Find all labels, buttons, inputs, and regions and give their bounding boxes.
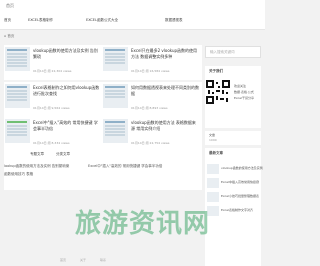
- recent-panel: 最新文章 vlookup函数的使用方法及实例 Excel中插入高效常用快捷键 E…: [205, 148, 263, 266]
- nav-item-excel-table[interactable]: EXCEL表格制作: [28, 18, 53, 23]
- article-meta: 01月14日 阅 8,334 views: [33, 141, 70, 145]
- article-card[interactable]: vlookup函数的使用方法及实例 告别繁琐 01月14日 阅 22,304 v…: [4, 45, 104, 80]
- recent-thumbnail[interactable]: [207, 164, 219, 174]
- recent-thumbnail[interactable]: [207, 178, 219, 188]
- article-meta: 01月14日 阅 22,304 views: [33, 69, 72, 73]
- breadcrumb-item[interactable]: 首页: [7, 34, 14, 38]
- article-title[interactable]: Excel只在最多2 vlookup函数的使用方法 数据调整实例多种: [131, 48, 199, 60]
- about-line: Excel干货分享: [234, 96, 254, 100]
- counter-label: 文章: [209, 133, 216, 137]
- breadcrumb: ⌂ 首页: [4, 34, 14, 39]
- tab-category[interactable]: 分类文章: [56, 152, 70, 157]
- article-card[interactable]: 如何用数据透视表来处理不同类别的数据 01月14日 阅 8,893 views: [102, 82, 202, 117]
- article-title[interactable]: vlookup函数的使用方法及实例 告别繁琐: [33, 48, 101, 60]
- article-meta: 01月14日 阅 22,754 views: [131, 141, 170, 145]
- article-thumbnail[interactable]: [5, 84, 30, 108]
- article-card[interactable]: Excel中"插入"高效的 常用快捷键 学会事半功倍 01月14日 阅 8,33…: [4, 117, 104, 152]
- recent-link[interactable]: Excel中插入高效常用快捷键: [221, 180, 259, 184]
- article-title[interactable]: Excel表格制作之如何用vlookup函数进行批次查找: [33, 85, 101, 97]
- article-card[interactable]: vlookup函数的使用方法 表格数据来源 常用实例介绍 01月14日 阅 22…: [102, 117, 202, 152]
- nav-item-pivot[interactable]: 数据透视表: [165, 18, 183, 23]
- tab-featured[interactable]: 专题文章: [30, 152, 44, 157]
- nav-item-excel-functions[interactable]: EXCEL函数公式大全: [86, 18, 118, 23]
- article-thumbnail[interactable]: [5, 47, 30, 71]
- recent-thumbnail[interactable]: [207, 192, 219, 202]
- article-meta: 01月14日 阅 9,564 views: [33, 106, 70, 110]
- article-thumbnail[interactable]: [5, 119, 30, 143]
- article-meta: 01月14日 阅 16,584 views: [131, 69, 170, 73]
- qr-code-image: [206, 80, 230, 104]
- article-meta: 01月14日 阅 8,893 views: [131, 106, 168, 110]
- site-logo[interactable]: 首页: [6, 3, 14, 9]
- article-card[interactable]: Excel只在最多2 vlookup函数的使用方法 数据调整实例多种 01月14…: [102, 45, 202, 80]
- main-nav: 首页 EXCEL表格制作 EXCEL函数公式大全 数据透视表: [0, 18, 265, 27]
- related-link[interactable]: 函数使用技巧 表格: [4, 172, 33, 177]
- article-card[interactable]: Excel表格制作之如何用vlookup函数进行批次查找 01月14日 阅 9,…: [4, 82, 104, 117]
- related-link[interactable]: Excel中"插入"高效的 常用快捷键 学会事半功倍: [88, 164, 162, 169]
- article-title[interactable]: vlookup函数的使用方法 表格数据来源 常用实例介绍: [131, 120, 199, 132]
- recent-link[interactable]: Excel小技巧批量整理数据表: [221, 194, 259, 198]
- counter-value: 1090: [209, 138, 217, 142]
- about-line: 欢迎关注: [234, 84, 247, 88]
- recent-link[interactable]: Excel表格制作文字对齐: [221, 208, 253, 212]
- recent-link[interactable]: vlookup函数的使用方法及实例: [221, 166, 263, 170]
- about-line: 数据·表格·公式: [234, 90, 254, 94]
- recent-title: 最新文章: [209, 151, 223, 155]
- footer-link[interactable]: 首页: [60, 258, 66, 262]
- tabs-panel: 专题文章 分类文章 lookup函数的使用方法及实例 告别繁琐案 Excel中"…: [4, 150, 202, 190]
- article-thumbnail[interactable]: [103, 47, 128, 71]
- related-link[interactable]: lookup函数的使用方法及实例 告别繁琐案: [4, 164, 69, 169]
- top-navbar: 首页 首页 EXCEL表格制作 EXCEL函数公式大全 数据透视表: [0, 0, 265, 30]
- footer-link[interactable]: 关于: [80, 258, 86, 262]
- about-title: 关于我们: [209, 69, 223, 73]
- stats-panel: 文章 1090: [205, 131, 261, 145]
- site-watermark: 旅游资讯网: [75, 209, 211, 239]
- nav-item-home[interactable]: 首页: [4, 18, 11, 23]
- article-title[interactable]: 如何用数据透视表来处理不同类别的数据: [131, 85, 199, 97]
- article-thumbnail[interactable]: [103, 84, 128, 108]
- article-title[interactable]: Excel中"插入"高效的 常用快捷键 学会事半功倍: [33, 120, 101, 132]
- search-input[interactable]: 输入搜索关键词: [205, 46, 261, 58]
- footer-link[interactable]: 联系: [100, 258, 106, 262]
- article-thumbnail[interactable]: [103, 119, 128, 143]
